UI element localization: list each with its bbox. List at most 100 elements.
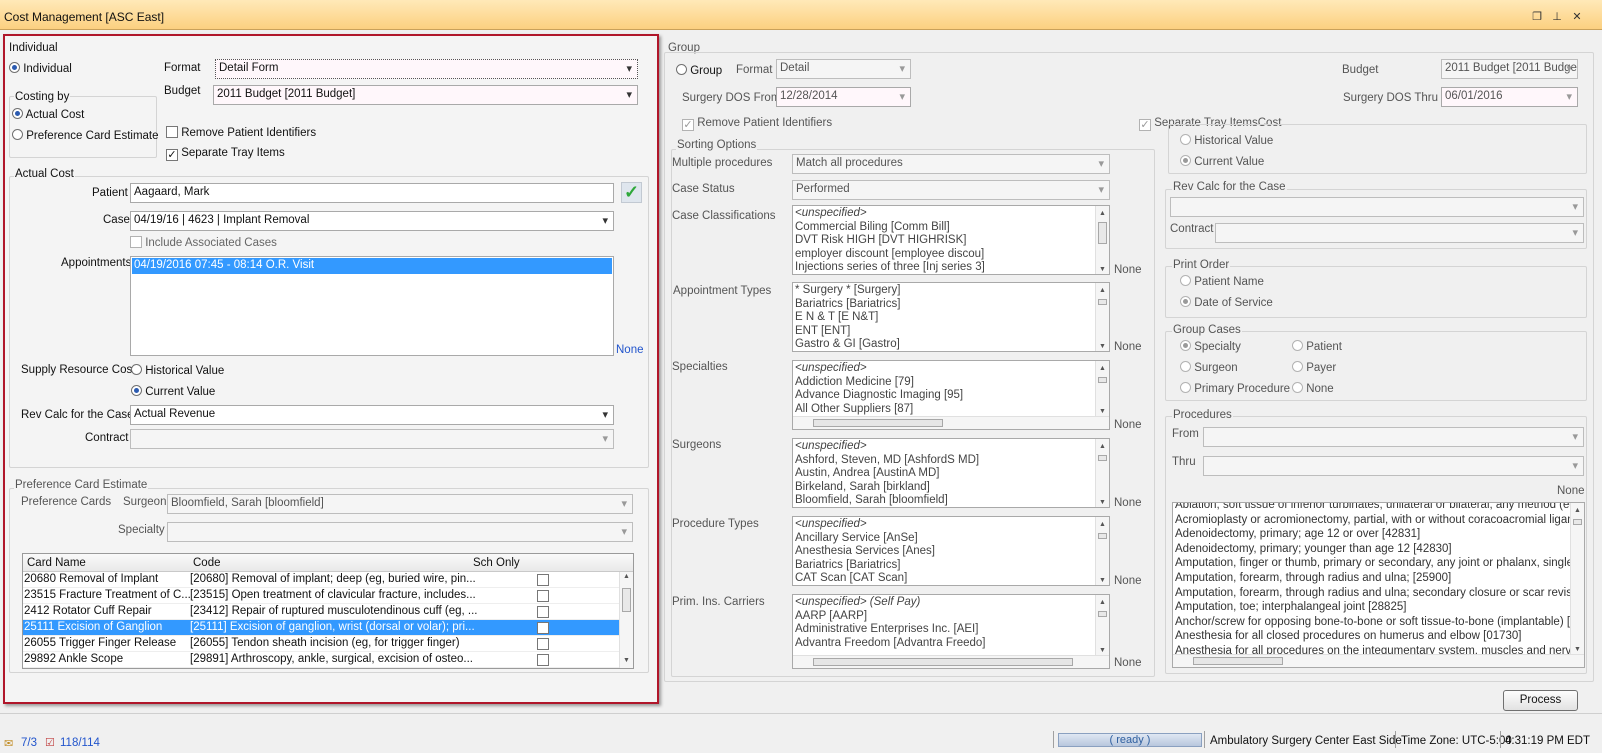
- list-item[interactable]: Addiction Medicine [79]: [795, 376, 1107, 390]
- list-item[interactable]: Commercial Biling [Comm Bill]: [795, 221, 1107, 235]
- proc-types-list[interactable]: <unspecified> Ancillary Service [AnSe] A…: [792, 516, 1110, 586]
- group-budget-select[interactable]: 2011 Budget [2011 Budget]: [1441, 59, 1578, 79]
- case-select[interactable]: 04/19/16 | 4623 | Implant Removal: [130, 211, 614, 231]
- case-status-select[interactable]: Performed: [792, 180, 1110, 200]
- specialty-select[interactable]: [167, 522, 633, 542]
- list-item[interactable]: Bariatrics [Bariatrics]: [795, 559, 1107, 573]
- group-current-radio[interactable]: Current Value: [1180, 155, 1264, 168]
- remove-ids-box[interactable]: [166, 126, 178, 138]
- print-patient-radio-dot[interactable]: [1180, 275, 1191, 286]
- carriers-none[interactable]: None: [1114, 657, 1142, 669]
- specialties-list[interactable]: <unspecified> Addiction Medicine [79] Ad…: [792, 360, 1110, 430]
- list-item[interactable]: <unspecified>: [795, 362, 1107, 376]
- carriers-hscroll[interactable]: [793, 655, 1109, 668]
- format-select[interactable]: Detail Form: [215, 59, 638, 79]
- pref-card-radio-dot[interactable]: [12, 129, 23, 140]
- sch-only-checkbox[interactable]: [537, 606, 549, 618]
- gc-surgeon-radio[interactable]: Surgeon: [1180, 361, 1238, 374]
- appt-types-list[interactable]: * Surgery * [Surgery] Bariatrics [Bariat…: [792, 282, 1110, 352]
- list-item[interactable]: Adenoidectomy, primary; age 12 or over […: [1175, 527, 1582, 542]
- procedures-list[interactable]: Ablation, soft tissue of inferior turbin…: [1172, 502, 1585, 668]
- list-item[interactable]: CAT Scan [CAT Scan]: [795, 572, 1107, 585]
- procedures-from-select[interactable]: [1203, 427, 1584, 447]
- gc-patient-radio[interactable]: Patient: [1292, 340, 1342, 353]
- list-item[interactable]: Administrative Enterprises Inc. [AEI]: [795, 623, 1107, 637]
- list-item[interactable]: Birkeland, Sarah [birkland]: [795, 481, 1107, 495]
- include-assoc-box[interactable]: [130, 236, 142, 248]
- current-value-radio[interactable]: Current Value: [131, 385, 215, 398]
- table-row[interactable]: 23515 Fracture Treatment of C... [23515] …: [23, 588, 633, 604]
- historical-value-radio-dot[interactable]: [131, 364, 142, 375]
- budget-select[interactable]: 2011 Budget [2011 Budget]: [213, 85, 638, 105]
- pin-icon[interactable]: ⊥: [1550, 10, 1564, 24]
- group-historical-radio[interactable]: Historical Value: [1180, 134, 1273, 147]
- group-historical-radio-dot[interactable]: [1180, 134, 1191, 145]
- specialties-none[interactable]: None: [1114, 419, 1142, 431]
- list-item[interactable]: ENT [ENT]: [795, 325, 1107, 339]
- carriers-scrollbar[interactable]: ▲ ▼: [1095, 595, 1109, 655]
- proc-types-scrollbar[interactable]: ▲ ▼: [1095, 517, 1109, 585]
- print-date-radio-dot[interactable]: [1180, 296, 1191, 307]
- gc-payer-radio[interactable]: Payer: [1292, 361, 1336, 374]
- list-item[interactable]: * Surgery * [Surgery]: [795, 284, 1107, 298]
- specialties-hscroll[interactable]: [793, 416, 1109, 429]
- list-item[interactable]: Amputation, toe; interphalangeal joint […: [1175, 600, 1582, 615]
- list-item[interactable]: Gastro & GI [Gastro]: [795, 338, 1107, 351]
- list-item[interactable]: All Other Suppliers [87]: [795, 403, 1107, 417]
- list-item[interactable]: <unspecified>: [795, 518, 1107, 532]
- rev-calc-select[interactable]: Actual Revenue: [130, 405, 614, 425]
- list-item[interactable]: Bariatrics [Bariatrics]: [795, 298, 1107, 312]
- current-value-radio-dot[interactable]: [131, 385, 142, 396]
- group-remove-ids-checkbox[interactable]: ✓ Remove Patient Identifiers: [682, 117, 832, 131]
- list-item[interactable]: Ashford, Steven, MD [AshfordS MD]: [795, 454, 1107, 468]
- close-icon[interactable]: ✕: [1570, 10, 1584, 24]
- group-rev-calc-select[interactable]: [1170, 197, 1584, 217]
- group-format-select[interactable]: Detail: [776, 59, 911, 79]
- actual-cost-radio-dot[interactable]: [12, 108, 23, 119]
- individual-radio[interactable]: Individual: [9, 62, 72, 75]
- procedures-hscroll[interactable]: [1173, 654, 1584, 667]
- list-item[interactable]: <unspecified>: [795, 207, 1107, 221]
- restore-icon[interactable]: ❐: [1530, 10, 1544, 24]
- list-item[interactable]: Acromioplasty or acromionectomy, partial…: [1175, 513, 1584, 528]
- print-date-radio[interactable]: Date of Service: [1180, 296, 1273, 309]
- historical-value-radio[interactable]: Historical Value: [131, 364, 224, 377]
- procedures-none[interactable]: None: [1557, 485, 1585, 497]
- list-item[interactable]: E N & T [E N&T]: [795, 311, 1107, 325]
- table-row[interactable]: 25111 Excision of Ganglion [25111] Excisi…: [23, 620, 633, 636]
- carriers-list[interactable]: <unspecified> (Self Pay) AARP [AARP] Adm…: [792, 594, 1110, 669]
- remove-ids-checkbox[interactable]: Remove Patient Identifiers: [166, 126, 316, 139]
- patient-field[interactable]: Aagaard, Mark: [130, 183, 614, 203]
- appt-types-scrollbar[interactable]: ▲ ▼: [1095, 283, 1109, 351]
- table-row[interactable]: 29892 Ankle Scope [29891] Arthroscopy, an…: [23, 652, 633, 668]
- status-count-1[interactable]: 7/3: [21, 737, 37, 749]
- table-row[interactable]: 2412 Rotator Cuff Repair [23412] Repair o…: [23, 604, 633, 620]
- col-sch-only[interactable]: Sch Only: [473, 557, 520, 569]
- list-item[interactable]: Anesthesia for all closed procedures on …: [1175, 629, 1582, 644]
- gc-none-radio[interactable]: None: [1292, 382, 1334, 395]
- separate-tray-box[interactable]: ✓: [166, 149, 178, 161]
- sch-only-checkbox[interactable]: [537, 622, 549, 634]
- pref-card-radio[interactable]: Preference Card Estimate: [12, 129, 159, 142]
- col-code[interactable]: Code: [193, 557, 221, 569]
- appointment-item[interactable]: 04/19/2016 07:45 - 08:14 O.R. Visit: [132, 258, 612, 274]
- gc-specialty-radio-dot[interactable]: [1180, 340, 1191, 351]
- list-item[interactable]: Bloomfield, Sarah [bloomfield]: [795, 494, 1107, 507]
- contract-select[interactable]: [130, 429, 614, 449]
- col-card-name[interactable]: Card Name: [27, 557, 86, 569]
- sch-only-checkbox[interactable]: [537, 638, 549, 650]
- checkmark-icon[interactable]: ✓: [621, 182, 642, 203]
- list-item[interactable]: Anchor/screw for opposing bone-to-bone o…: [1175, 615, 1584, 630]
- list-item[interactable]: <unspecified> (Self Pay): [795, 596, 1107, 610]
- sch-only-checkbox[interactable]: [537, 654, 549, 666]
- surgeon-select[interactable]: Bloomfield, Sarah [bloomfield]: [167, 494, 633, 514]
- gc-specialty-radio[interactable]: Specialty: [1180, 340, 1241, 353]
- list-item[interactable]: Anesthesia Services [Anes]: [795, 545, 1107, 559]
- list-item[interactable]: Austin, Andrea [AustinA MD]: [795, 467, 1107, 481]
- sch-only-checkbox[interactable]: [537, 590, 549, 602]
- dos-thru-select[interactable]: 06/01/2016: [1441, 87, 1578, 107]
- list-item[interactable]: Amputation, forearm, through radius and …: [1175, 571, 1582, 586]
- pref-card-table[interactable]: Card Name Code Sch Only 20680 Removal of…: [22, 553, 634, 669]
- appointments-none-link[interactable]: None: [616, 344, 644, 356]
- print-patient-radio[interactable]: Patient Name: [1180, 275, 1264, 288]
